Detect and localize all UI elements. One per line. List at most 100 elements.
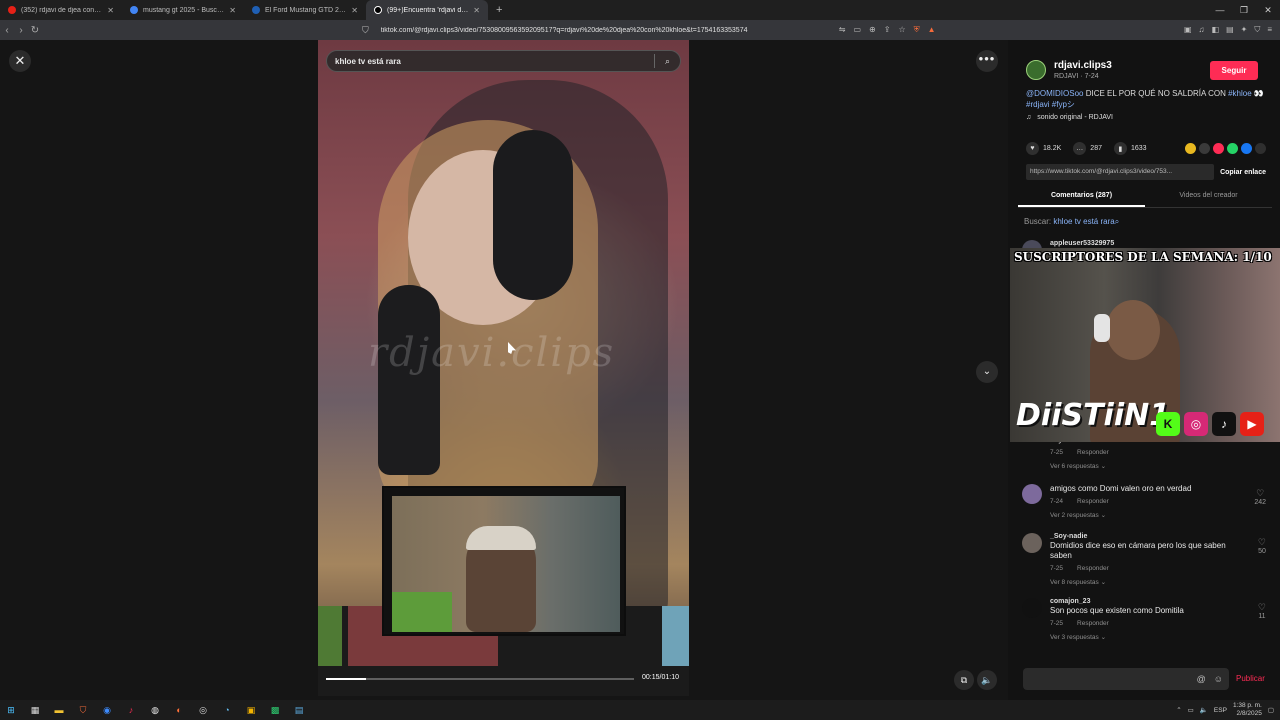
- caption-hashtag[interactable]: #khloe: [1228, 89, 1252, 98]
- comment-stat[interactable]: … 287: [1073, 142, 1102, 155]
- comment-input[interactable]: @ ☺: [1023, 668, 1229, 690]
- emoji-icon[interactable]: ☺: [1214, 674, 1223, 684]
- caption-mention[interactable]: @DOMIDIOSoo: [1026, 89, 1083, 98]
- embed-icon[interactable]: [1199, 143, 1210, 154]
- chrome-icon[interactable]: ◍: [144, 702, 166, 718]
- translate-icon[interactable]: ⇋: [839, 25, 846, 35]
- back-icon[interactable]: ‹: [0, 25, 14, 36]
- facebook-icon[interactable]: [1241, 143, 1252, 154]
- avatar[interactable]: [1022, 598, 1042, 618]
- wallet2-icon[interactable]: ▤: [1226, 25, 1234, 35]
- comment-like[interactable]: ♡ 242: [1254, 488, 1266, 506]
- video-progress-bar[interactable]: [326, 678, 634, 680]
- share-arrow-icon[interactable]: [1255, 143, 1266, 154]
- repost-icon[interactable]: [1213, 143, 1224, 154]
- tiktok-icon[interactable]: ♪: [120, 702, 142, 718]
- close-tab-icon[interactable]: ✕: [229, 6, 236, 15]
- extensions-icon[interactable]: ✦: [1241, 25, 1248, 35]
- avatar[interactable]: [1022, 533, 1042, 553]
- close-tab-icon[interactable]: ✕: [107, 6, 114, 15]
- share-icon[interactable]: ⇪: [884, 25, 891, 35]
- minimize-icon[interactable]: —: [1208, 0, 1232, 20]
- comment-user[interactable]: _Soy-nadie: [1050, 533, 1272, 540]
- speaker-icon[interactable]: 🔈: [1200, 706, 1208, 714]
- avatar[interactable]: [1026, 60, 1046, 80]
- cast-icon[interactable]: ▭: [853, 25, 861, 35]
- reply-button[interactable]: Responder: [1077, 498, 1109, 505]
- tab-youtube[interactable]: (352) rdjavi de djea con Khloe - YouTube…: [0, 0, 122, 20]
- author-block[interactable]: rdjavi.clips3 RDJAVI · 7-24: [1026, 60, 1112, 80]
- whatsapp-icon[interactable]: [1227, 143, 1238, 154]
- search-suggestion-query[interactable]: khloe tv está rara: [1053, 217, 1114, 226]
- comment-user[interactable]: appleuser53329975: [1050, 240, 1272, 247]
- view-replies-button[interactable]: Ver 6 respuestas ⌄: [1050, 462, 1272, 470]
- notification-icon[interactable]: ▢: [1268, 706, 1274, 714]
- firefox-icon[interactable]: ◐: [168, 702, 190, 718]
- coin-icon[interactable]: [1185, 143, 1196, 154]
- close-video-button[interactable]: ✕: [9, 50, 31, 72]
- obs-icon[interactable]: ◎: [192, 702, 214, 718]
- taskbar-clock[interactable]: 1:38 p. m. 2/8/2025: [1233, 702, 1262, 718]
- browser-icon[interactable]: ◉: [96, 702, 118, 718]
- tab-ford[interactable]: El Ford Mustang GTD 2025 debuta c...✕: [244, 0, 366, 20]
- tab-comments[interactable]: Comentarios (287): [1018, 184, 1145, 207]
- author-name[interactable]: rdjavi.clips3: [1054, 60, 1112, 71]
- tab-google[interactable]: mustang gt 2025 - Buscar con Google✕: [122, 0, 244, 20]
- reply-button[interactable]: Responder: [1077, 565, 1109, 572]
- comment-like[interactable]: ♡ 50: [1258, 537, 1266, 555]
- reply-button[interactable]: Responder: [1077, 449, 1109, 456]
- task-view-icon[interactable]: ▦: [24, 702, 46, 718]
- search-icon[interactable]: ⌕: [654, 54, 680, 68]
- maximize-icon[interactable]: ❐: [1232, 0, 1256, 20]
- url-field[interactable]: tiktok.com/@rdjavi.clips3/video/75308009…: [381, 27, 791, 34]
- like-stat[interactable]: ♥ 18.2K: [1026, 142, 1061, 155]
- close-tab-icon[interactable]: ✕: [473, 6, 480, 15]
- app-icon[interactable]: ▤: [288, 702, 310, 718]
- music-icon[interactable]: ♫: [1199, 25, 1205, 35]
- new-tab-button[interactable]: +: [488, 4, 510, 16]
- tab-tiktok[interactable]: (99+)Encuentra 'rdjavi de djea...'✕: [366, 0, 488, 20]
- zoom-icon[interactable]: ⊕: [869, 25, 876, 35]
- caption-hashtags[interactable]: #rdjavi #fypシ: [1026, 100, 1075, 109]
- view-replies-button[interactable]: Ver 2 respuestas ⌄: [1050, 511, 1272, 519]
- network-icon[interactable]: ▭: [1188, 706, 1194, 714]
- post-link[interactable]: https://www.tiktok.com/@rdjavi.clips3/vi…: [1026, 164, 1215, 180]
- vpn-icon[interactable]: ⛉: [1254, 25, 1260, 35]
- follow-button[interactable]: Seguir: [1210, 61, 1258, 80]
- video-search-input[interactable]: khloe tv está rara: [327, 57, 654, 66]
- brave-icon[interactable]: ⛉: [72, 702, 94, 718]
- view-replies-button[interactable]: Ver 3 respuestas ⌄: [1050, 633, 1272, 641]
- reply-button[interactable]: Responder: [1077, 620, 1109, 627]
- steam-icon[interactable]: ◔: [216, 702, 238, 718]
- miniplayer-icon[interactable]: ⧉: [954, 670, 974, 690]
- brave-rewards-icon[interactable]: ▲: [928, 25, 936, 35]
- app-icon[interactable]: ▣: [240, 702, 262, 718]
- tray-chevron-icon[interactable]: ⌃: [1176, 706, 1181, 714]
- video-player[interactable]: rdjavi.clips khloe tv está rara ⌕ 00:15/…: [318, 40, 689, 696]
- wallet-icon[interactable]: ▣: [1184, 25, 1192, 35]
- reload-icon[interactable]: ↻: [28, 25, 42, 36]
- publish-button[interactable]: Publicar: [1236, 674, 1265, 683]
- sidebar-icon[interactable]: ◧: [1212, 25, 1220, 35]
- brave-shield-icon[interactable]: ⛨: [914, 25, 920, 35]
- star-icon[interactable]: ☆: [898, 25, 905, 35]
- close-window-icon[interactable]: ✕: [1256, 0, 1280, 20]
- forward-icon[interactable]: ›: [14, 25, 28, 36]
- bookmark-icon[interactable]: ⛉: [362, 25, 369, 36]
- start-icon[interactable]: ⊞: [0, 702, 22, 718]
- input-language[interactable]: ESP: [1214, 707, 1227, 714]
- next-video-button[interactable]: ⌄: [976, 361, 998, 383]
- close-tab-icon[interactable]: ✕: [351, 6, 358, 15]
- copy-link-button[interactable]: Copiar enlace: [1214, 169, 1266, 176]
- more-options-button[interactable]: •••: [976, 50, 998, 72]
- comment-like[interactable]: ♡ 11: [1258, 602, 1266, 620]
- app-icon[interactable]: ▩: [264, 702, 286, 718]
- save-stat[interactable]: ▮ 1633: [1113, 142, 1147, 155]
- tab-creator-videos[interactable]: Videos del creador: [1145, 184, 1272, 207]
- view-replies-button[interactable]: Ver 8 respuestas ⌄: [1050, 578, 1272, 586]
- video-search-bar[interactable]: khloe tv está rara ⌕: [326, 50, 681, 72]
- menu-icon[interactable]: ≡: [1267, 25, 1272, 35]
- mention-icon[interactable]: @: [1197, 674, 1206, 684]
- volume-icon[interactable]: 🔈: [977, 670, 997, 690]
- comment-user[interactable]: comajon_23: [1050, 598, 1272, 605]
